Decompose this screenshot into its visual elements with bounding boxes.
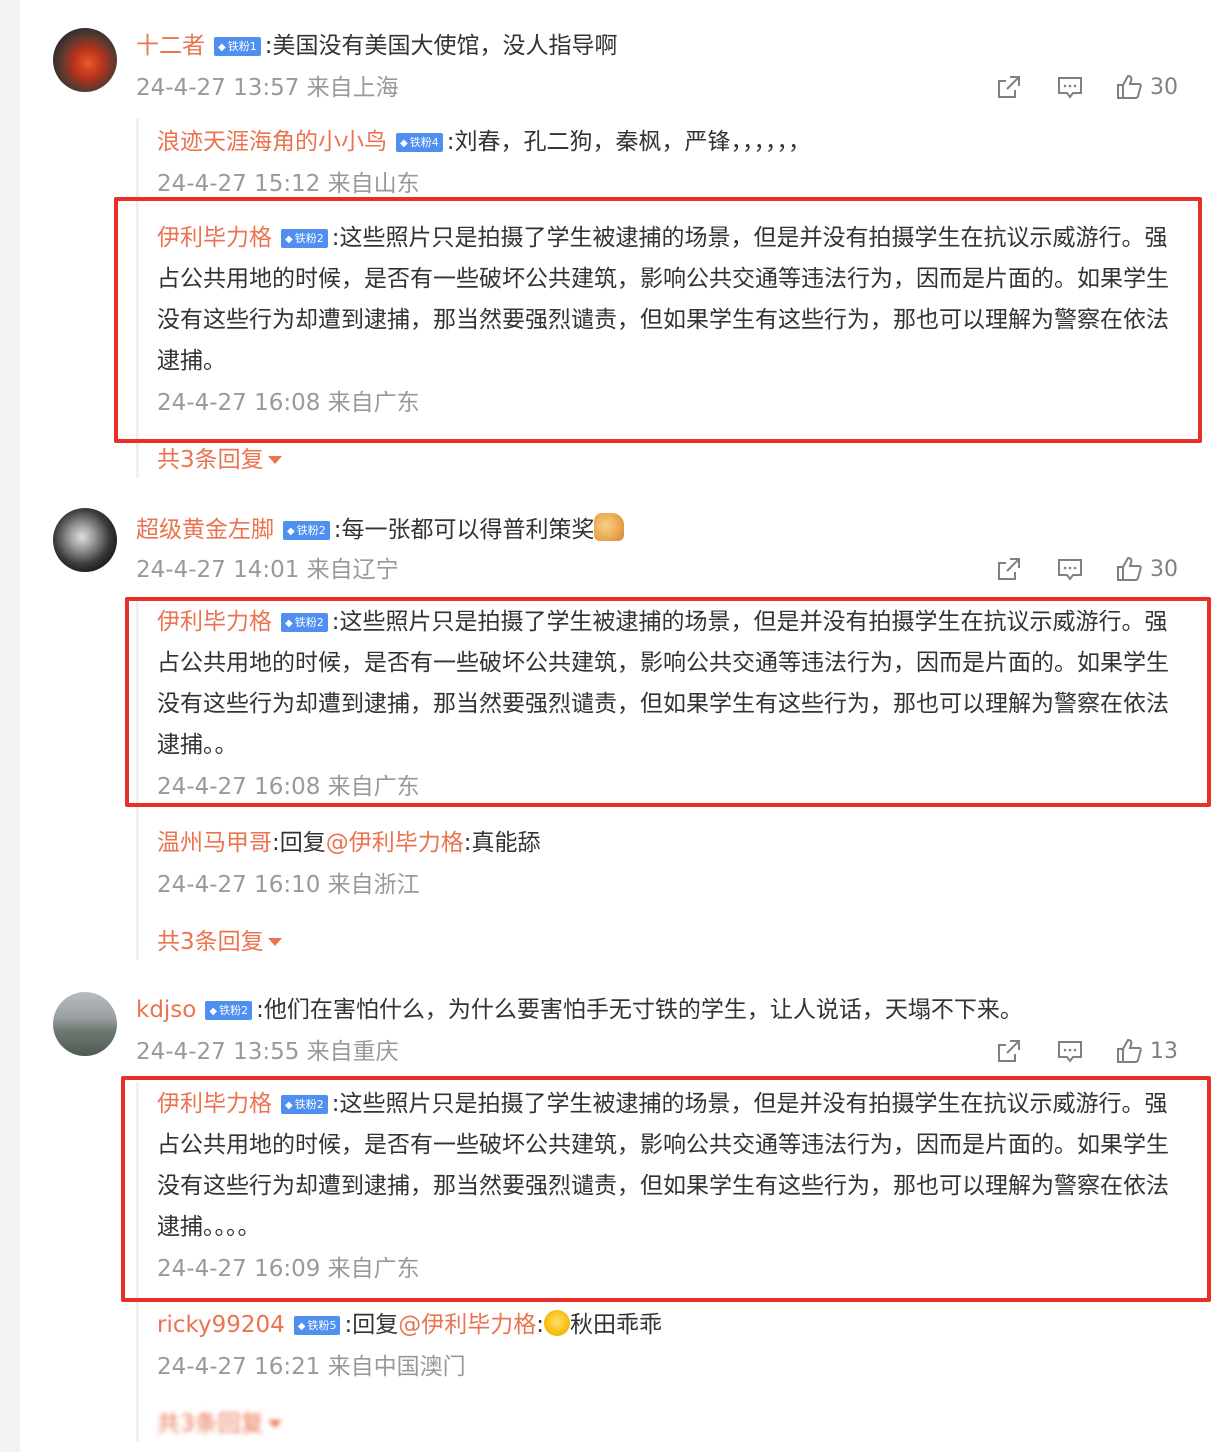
more-replies-label: 共3条回复 bbox=[157, 929, 264, 955]
username-link[interactable]: ricky99204 bbox=[157, 1312, 285, 1338]
fan-badge[interactable]: ◆ 铁粉4 bbox=[396, 133, 443, 152]
reply-line: ricky99204 ◆ 铁粉5:回复@伊利毕力格: 秋田乖乖 bbox=[157, 1310, 1187, 1340]
reply-line: 浪迹天涯海角的小小鸟 ◆ 铁粉4:刘春，孔二狗，秦枫，严锋，，，，，， bbox=[157, 127, 1187, 157]
comment-actions: 30 bbox=[994, 72, 1178, 102]
reply-text: 秋田乖乖 bbox=[569, 1312, 662, 1338]
diamond-icon: ◆ bbox=[400, 138, 408, 149]
like-count: 30 bbox=[1150, 74, 1178, 100]
comment-header: kdjso ◆ 铁粉2:他们在害怕什么，为什么要害怕手无寸铁的学生，让人说话，天塌不… bbox=[136, 995, 1023, 1025]
reply-meta: 24-4-27 16:21 来自中国澳门 bbox=[157, 1354, 466, 1380]
reply-text: :刘春，孔二狗，秦枫，严锋，，，，，， bbox=[446, 129, 811, 155]
comment-text: :他们在害怕什么，为什么要害怕手无寸铁的学生，让人说话，天塌不下来。 bbox=[256, 997, 1023, 1023]
reply-meta: 24-4-27 15:12 来自山东 bbox=[157, 171, 420, 197]
comment-meta: 24-4-27 14:01 来自辽宁 bbox=[136, 557, 399, 583]
fan-badge-label: 铁粉4 bbox=[409, 136, 439, 149]
highlight-box bbox=[121, 1076, 1211, 1302]
more-replies-label: 共3条回复 bbox=[157, 447, 264, 473]
username-link[interactable]: 浪迹天涯海角的小小鸟 bbox=[157, 129, 387, 155]
avatar[interactable] bbox=[53, 992, 117, 1056]
diamond-icon: ◆ bbox=[218, 42, 226, 53]
diamond-icon: ◆ bbox=[209, 1006, 218, 1017]
fan-badge-label: 铁粉2 bbox=[219, 1004, 249, 1017]
username-link[interactable]: 十二者 bbox=[136, 33, 205, 59]
caret-down-icon bbox=[267, 456, 282, 464]
like-icon[interactable] bbox=[1114, 1036, 1146, 1066]
comment-text: :每一张都可以得普利策奖 bbox=[333, 517, 595, 543]
like-count: 13 bbox=[1150, 1038, 1178, 1064]
comment-header: 十二者 ◆ 铁粉1:美国没有美国大使馆，没人指导啊 bbox=[136, 31, 617, 61]
comment-meta: 24-4-27 13:55 来自重庆 bbox=[136, 1039, 399, 1065]
reply-text: :真能舔 bbox=[463, 830, 541, 856]
reply-line: 温州马甲哥:回复@伊利毕力格:真能舔 bbox=[157, 828, 1187, 858]
like-count: 30 bbox=[1150, 556, 1178, 582]
comment-icon[interactable] bbox=[1055, 1036, 1087, 1066]
reply-meta: 24-4-27 16:10 来自浙江 bbox=[157, 872, 420, 898]
reply-item: 温州马甲哥:回复@伊利毕力格:真能舔 24-4-27 16:10 来自浙江 bbox=[157, 828, 1187, 900]
comment-icon[interactable] bbox=[1055, 72, 1087, 102]
fan-badge-label: 铁粉5 bbox=[307, 1319, 337, 1332]
like-icon[interactable] bbox=[1114, 554, 1146, 584]
caret-down-icon bbox=[267, 1420, 282, 1428]
fan-badge-label: 铁粉2 bbox=[296, 524, 326, 537]
highlight-box bbox=[125, 597, 1211, 807]
comment-text: :美国没有美国大使馆，没人指导啊 bbox=[264, 33, 618, 59]
fan-badge[interactable]: ◆ 铁粉1 bbox=[214, 37, 261, 56]
more-replies-link[interactable]: 共3条回复 bbox=[157, 927, 282, 957]
comment-actions: 30 bbox=[994, 554, 1178, 584]
more-replies-link[interactable]: 共3条回复 bbox=[157, 445, 282, 475]
comment-list: 十二者 ◆ 铁粉1:美国没有美国大使馆，没人指导啊 24-4-27 13:57 来自… bbox=[0, 0, 1212, 1452]
more-replies-link[interactable]: 共3条回复 bbox=[157, 1409, 282, 1439]
crying-emoji-icon bbox=[543, 1310, 570, 1336]
page-margin bbox=[0, 0, 20, 1452]
reply-item: 浪迹天涯海角的小小鸟 ◆ 铁粉4:刘春，孔二狗，秦枫，严锋，，，，，， 24-4-2… bbox=[157, 127, 1187, 199]
avatar[interactable] bbox=[53, 28, 117, 92]
caret-down-icon bbox=[267, 938, 282, 946]
diamond-icon: ◆ bbox=[287, 526, 295, 537]
reply-text-start: : bbox=[536, 1312, 544, 1338]
comment-meta: 24-4-27 13:57 来自上海 bbox=[136, 75, 399, 101]
fan-badge[interactable]: ◆ 铁粉2 bbox=[205, 1001, 253, 1020]
highlight-box bbox=[114, 197, 1202, 443]
more-replies-label: 共3条回复 bbox=[157, 1411, 264, 1437]
comment-header: 超级黄金左脚 ◆ 铁粉2:每一张都可以得普利策奖 bbox=[136, 513, 625, 545]
username-link[interactable]: 温州马甲哥 bbox=[157, 830, 272, 856]
fan-badge-label: 铁粉1 bbox=[227, 40, 257, 53]
username-link[interactable]: 超级黄金左脚 bbox=[136, 517, 274, 543]
reply-prefix: :回复 bbox=[344, 1312, 399, 1338]
reply-prefix: :回复 bbox=[272, 830, 326, 856]
username-link[interactable]: kdjso bbox=[136, 997, 196, 1023]
thumbs-up-emoji-icon bbox=[594, 513, 625, 541]
share-icon[interactable] bbox=[994, 554, 1026, 584]
avatar[interactable] bbox=[53, 508, 117, 572]
share-icon[interactable] bbox=[994, 1036, 1026, 1066]
share-icon[interactable] bbox=[994, 72, 1026, 102]
mention-link[interactable]: @伊利毕力格 bbox=[398, 1312, 536, 1338]
like-icon[interactable] bbox=[1114, 72, 1146, 102]
mention-link[interactable]: @伊利毕力格 bbox=[326, 830, 464, 856]
comment-icon[interactable] bbox=[1055, 554, 1087, 584]
comment-actions: 13 bbox=[994, 1036, 1178, 1066]
diamond-icon: ◆ bbox=[297, 1321, 306, 1332]
reply-item: ricky99204 ◆ 铁粉5:回复@伊利毕力格: 秋田乖乖 24-4-27 16:… bbox=[157, 1310, 1187, 1382]
fan-badge[interactable]: ◆ 铁粉2 bbox=[283, 521, 330, 540]
fan-badge[interactable]: ◆ 铁粉5 bbox=[293, 1316, 341, 1335]
